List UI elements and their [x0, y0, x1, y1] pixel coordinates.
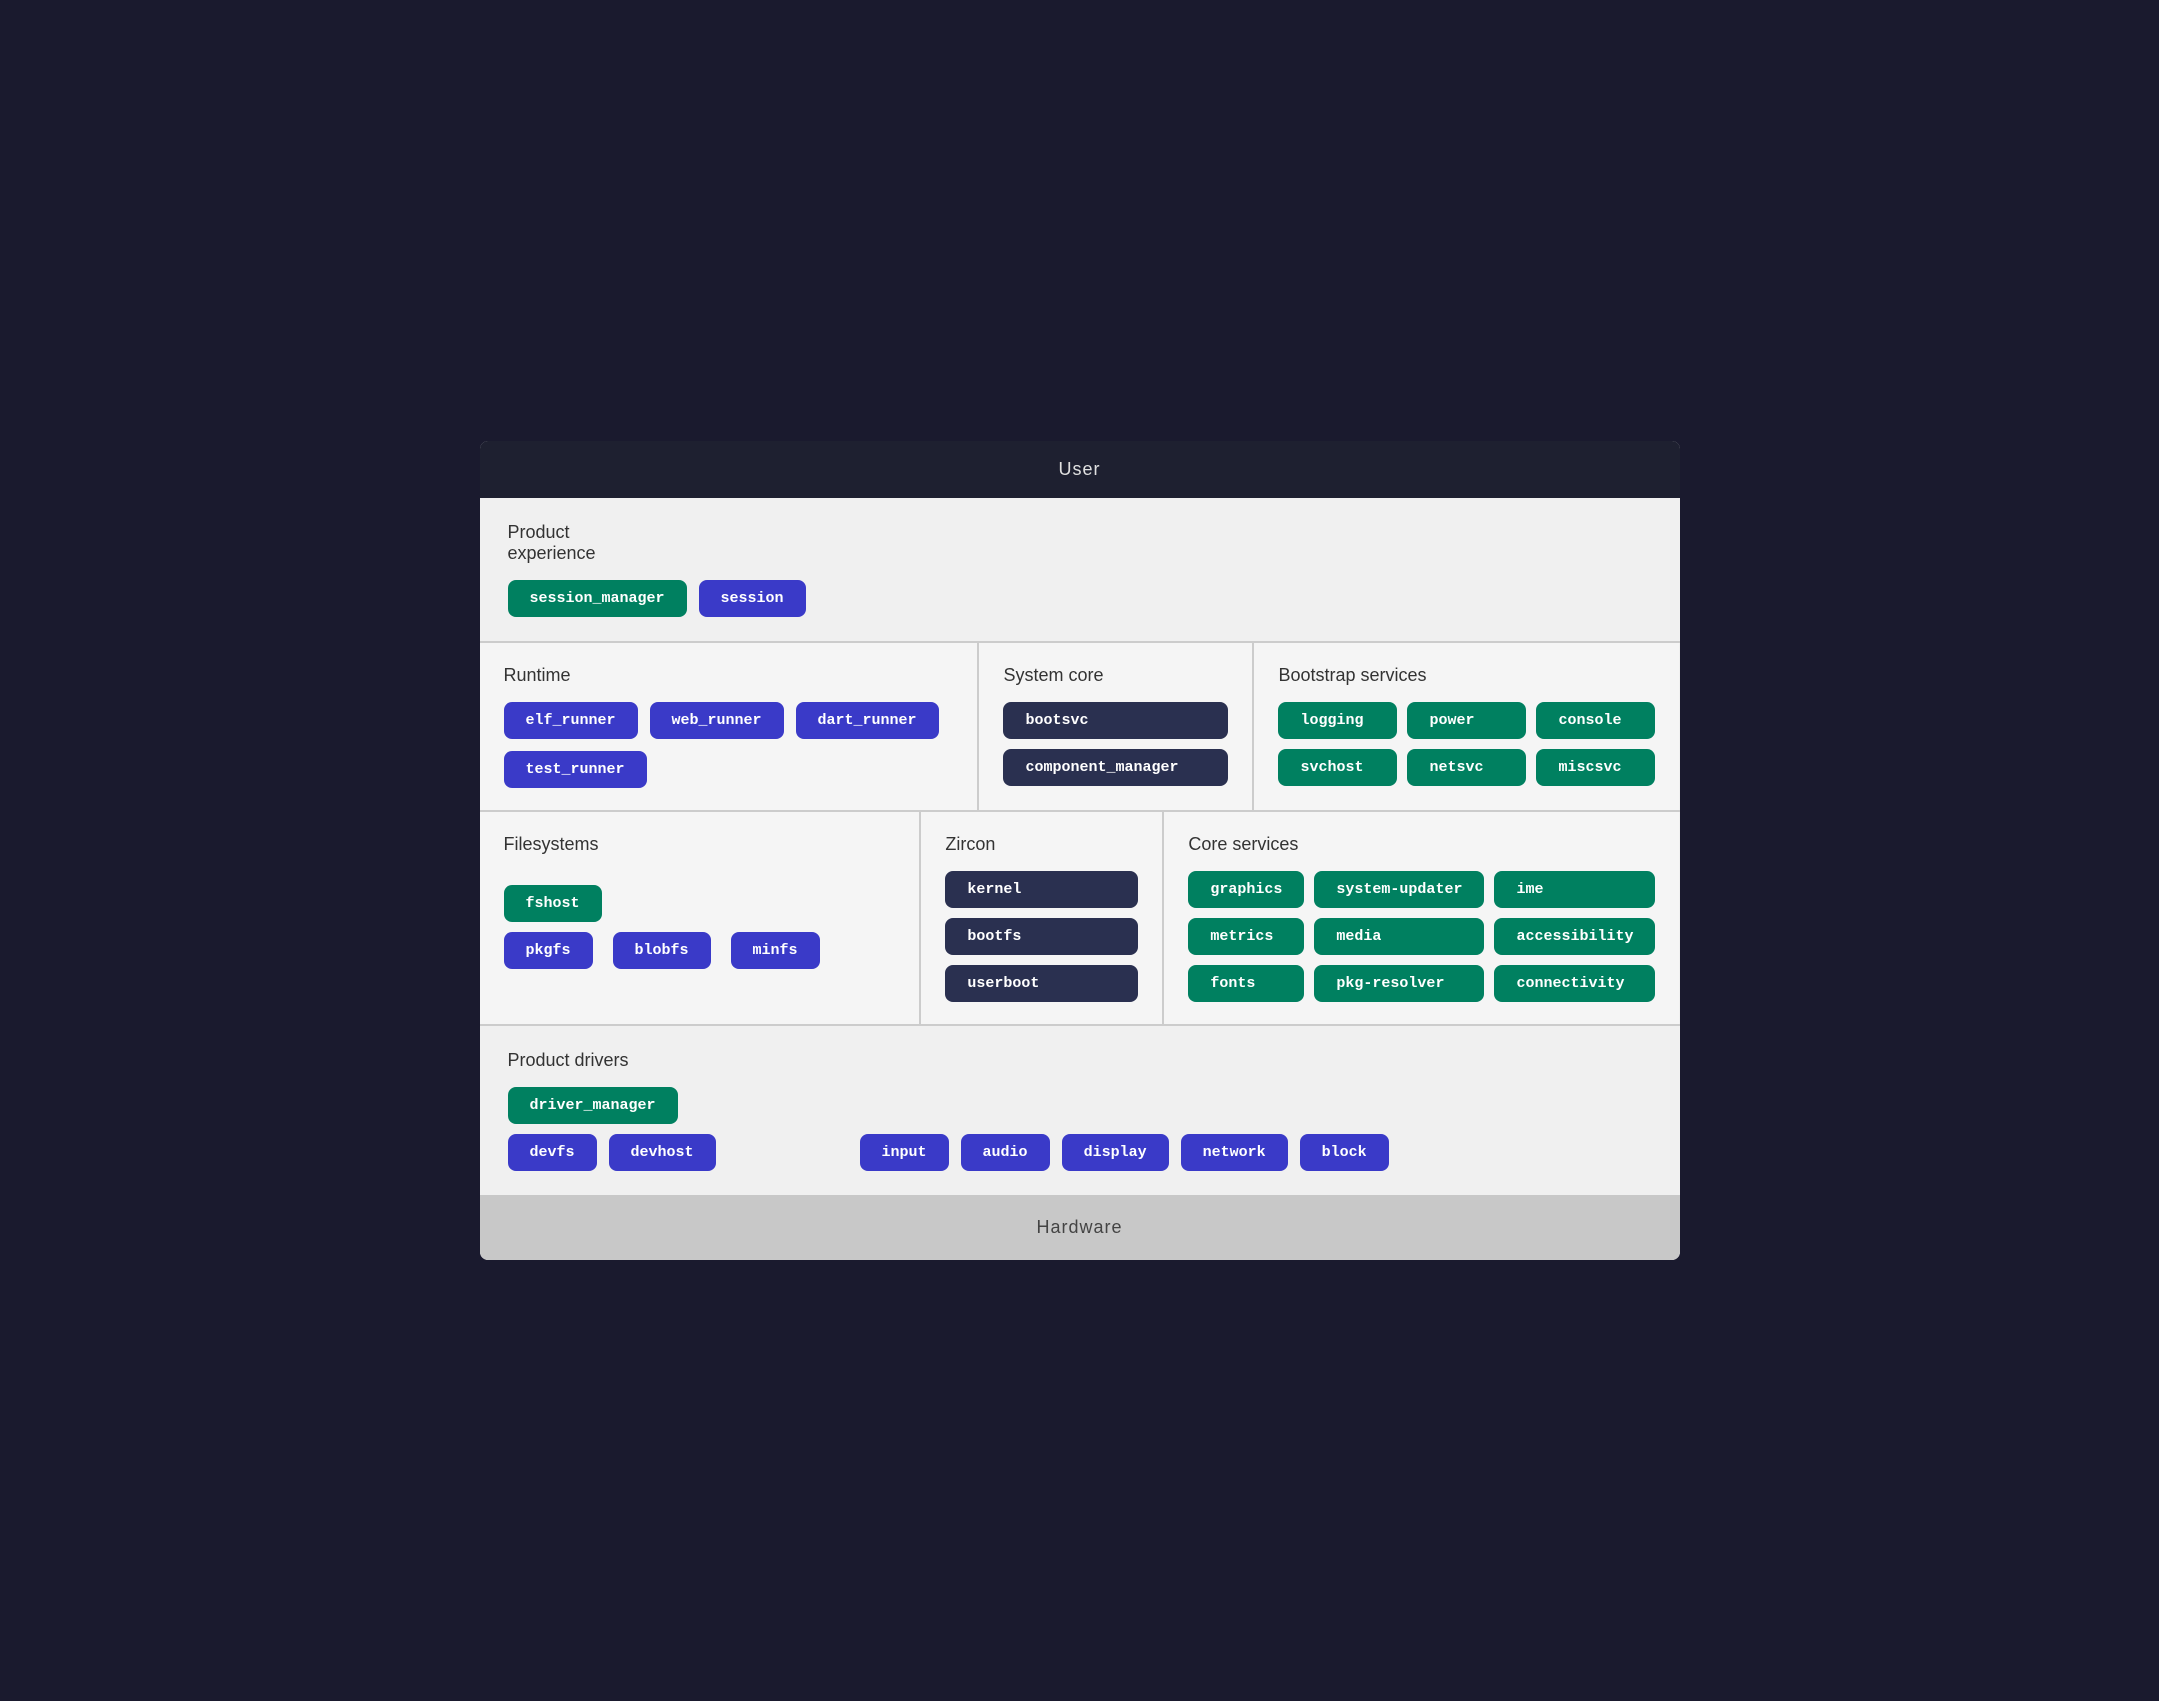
chip-bootsvc: bootsvc [1003, 702, 1228, 739]
chip-netsvc: netsvc [1407, 749, 1526, 786]
bootstrap-chips: logging power console svchost netsvc mis… [1278, 702, 1655, 786]
filesystems-chips: fshost pkgfs blobfs minfs [504, 885, 896, 969]
chip-driver_manager: driver_manager [508, 1087, 678, 1124]
chip-network: network [1181, 1134, 1288, 1171]
hardware-label: Hardware [1036, 1217, 1122, 1237]
core-services-section: Core services graphics system-updater im… [1164, 812, 1679, 1024]
chip-elf_runner: elf_runner [504, 702, 638, 739]
system-core-label: System core [1003, 665, 1228, 686]
core-services-chips: graphics system-updater ime metrics medi… [1188, 871, 1655, 1002]
chip-power: power [1407, 702, 1526, 739]
system-core-chips: bootsvc component_manager [1003, 702, 1228, 786]
chip-media: media [1314, 918, 1484, 955]
zircon-chips: kernel bootfs userboot [945, 871, 1138, 1002]
chip-bootfs: bootfs [945, 918, 1138, 955]
chip-display: display [1062, 1134, 1169, 1171]
runtime-chips: elf_runner web_runner dart_runner test_r… [504, 702, 954, 788]
chip-console: console [1536, 702, 1655, 739]
chip-graphics: graphics [1188, 871, 1304, 908]
chip-ime: ime [1494, 871, 1655, 908]
chip-connectivity: connectivity [1494, 965, 1655, 1002]
chip-input: input [860, 1134, 949, 1171]
chip-block: block [1300, 1134, 1389, 1171]
chip-miscsvc: miscsvc [1536, 749, 1655, 786]
chip-devfs: devfs [508, 1134, 597, 1171]
chip-svchost: svchost [1278, 749, 1397, 786]
main-container: User Productexperience session_manager s… [480, 441, 1680, 1260]
bootstrap-services-section: Bootstrap services logging power console… [1254, 643, 1679, 810]
chip-devhost: devhost [609, 1134, 716, 1171]
filesystems-section: Filesystems fshost pkgfs blobfs minfs [480, 812, 922, 1024]
chip-fonts: fonts [1188, 965, 1304, 1002]
chip-audio: audio [961, 1134, 1050, 1171]
product-experience-label: Productexperience [508, 522, 1652, 564]
runtime-section: Runtime elf_runner web_runner dart_runne… [480, 643, 980, 810]
filesystems-label: Filesystems [504, 834, 896, 855]
chip-blobfs: blobfs [613, 932, 711, 969]
lower-grid: Filesystems fshost pkgfs blobfs minfs Zi… [480, 812, 1680, 1026]
zircon-section: Zircon kernel bootfs userboot [921, 812, 1164, 1024]
chip-pkgfs: pkgfs [504, 932, 593, 969]
chip-component_manager: component_manager [1003, 749, 1228, 786]
middle-grid: Runtime elf_runner web_runner dart_runne… [480, 643, 1680, 812]
chip-logging: logging [1278, 702, 1397, 739]
product-drivers-section: Product drivers driver_manager devfs dev… [480, 1026, 1680, 1195]
system-core-section: System core bootsvc component_manager [979, 643, 1254, 810]
chip-accessibility: accessibility [1494, 918, 1655, 955]
bootstrap-services-label: Bootstrap services [1278, 665, 1655, 686]
chip-web_runner: web_runner [650, 702, 784, 739]
zircon-label: Zircon [945, 834, 1138, 855]
user-label: User [1058, 459, 1100, 479]
chip-fshost: fshost [504, 885, 602, 922]
filesystems-row-2: pkgfs blobfs minfs [504, 932, 896, 969]
chip-kernel: kernel [945, 871, 1138, 908]
runtime-label: Runtime [504, 665, 954, 686]
drivers-chips-row2: devfs devhost input audio display networ… [508, 1134, 1652, 1171]
product-experience-chips: session_manager session [508, 580, 1652, 617]
hardware-bar: Hardware [480, 1195, 1680, 1260]
chip-pkg-resolver: pkg-resolver [1314, 965, 1484, 1002]
drivers-chips: driver_manager [508, 1087, 1652, 1124]
chip-minfs: minfs [731, 932, 820, 969]
chip-userboot: userboot [945, 965, 1138, 1002]
user-bar: User [480, 441, 1680, 498]
chip-metrics: metrics [1188, 918, 1304, 955]
chip-test_runner: test_runner [504, 751, 647, 788]
filesystems-row-1: fshost [504, 885, 896, 922]
product-drivers-label: Product drivers [508, 1050, 1652, 1071]
product-experience-section: Productexperience session_manager sessio… [480, 498, 1680, 643]
chip-session_manager: session_manager [508, 580, 687, 617]
chip-session: session [699, 580, 806, 617]
chip-system-updater: system-updater [1314, 871, 1484, 908]
chip-dart_runner: dart_runner [796, 702, 939, 739]
core-services-label: Core services [1188, 834, 1655, 855]
